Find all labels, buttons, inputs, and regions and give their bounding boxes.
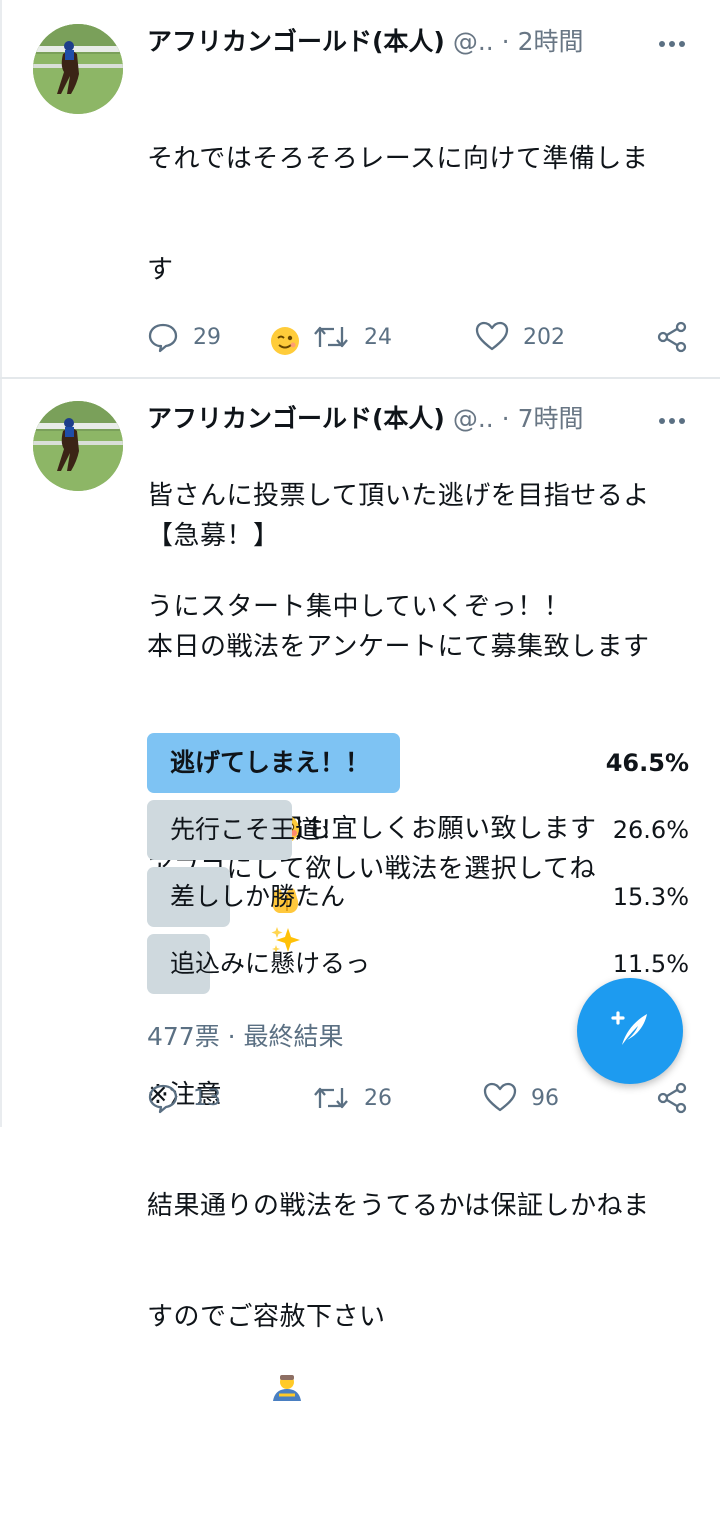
like-button[interactable]: 96 bbox=[483, 1080, 559, 1116]
poll-option[interactable]: 差ししか勝たん 15.3% bbox=[147, 867, 692, 927]
poll-option-label: 先行こそ王道！ bbox=[170, 815, 346, 844]
poll-footer: 477票 · 最終結果 bbox=[147, 1022, 344, 1051]
like-count: 96 bbox=[531, 1085, 559, 1111]
like-count: 202 bbox=[523, 324, 565, 350]
reply-count: 29 bbox=[193, 324, 221, 350]
author-handle[interactable]: @.. bbox=[453, 404, 494, 433]
avatar-horse-image bbox=[33, 401, 123, 491]
tweet-actions: 13 26 96 bbox=[147, 1080, 692, 1116]
poll-option-label: 追込みに懸けるっ bbox=[170, 949, 371, 978]
poll-option-percent: 15.3% bbox=[612, 883, 689, 911]
author-name[interactable]: アフリカンゴールド(本人) bbox=[147, 404, 445, 433]
author-handle[interactable]: @.. bbox=[453, 27, 494, 56]
share-button[interactable] bbox=[656, 1080, 688, 1116]
poll-option-percent: 46.5% bbox=[605, 749, 689, 777]
poll-option-percent: 26.6% bbox=[612, 816, 689, 844]
share-button[interactable] bbox=[656, 319, 688, 355]
tweet-line: すのでご容赦下さい bbox=[147, 1299, 692, 1451]
retweet-count: 24 bbox=[364, 324, 392, 350]
author-avatar[interactable] bbox=[33, 401, 123, 491]
avatar-horse-image bbox=[33, 24, 123, 114]
poll-option[interactable]: 先行こそ王道！ 26.6% bbox=[147, 800, 692, 860]
reply-count: 13 bbox=[193, 1085, 221, 1111]
author-name[interactable]: アフリカンゴールド(本人) bbox=[147, 27, 445, 56]
compose-tweet-button[interactable] bbox=[577, 978, 683, 1084]
poll-option-label: 逃げてしまえ！！ bbox=[170, 748, 371, 777]
share-icon bbox=[656, 1082, 688, 1114]
poll-option[interactable]: 逃げてしまえ！！ 46.5% bbox=[147, 733, 692, 793]
retweet-button[interactable]: 24 bbox=[312, 319, 392, 355]
tweet-header: アフリカンゴールド(本人) @.. · 7時間 bbox=[147, 399, 680, 439]
more-dots-icon[interactable] bbox=[654, 403, 690, 439]
speech-bubble-icon bbox=[147, 1082, 179, 1114]
tweet-line: 結果通りの戦法をうてるかは保証しかねま bbox=[147, 1191, 650, 1221]
tweet-line: それではそろそろレースに向けて準備しま bbox=[147, 144, 649, 174]
more-dots-icon[interactable] bbox=[654, 26, 690, 62]
tweet-time[interactable]: · 7時間 bbox=[502, 404, 584, 433]
like-button[interactable]: 202 bbox=[475, 319, 565, 355]
tweet-1[interactable]: アフリカンゴールド(本人) @.. · 2時間 それではそろそろレースに向けて準… bbox=[0, 0, 720, 913]
poll-option-label: 差ししか勝たん bbox=[170, 882, 346, 911]
retweet-button[interactable]: 26 bbox=[312, 1080, 392, 1116]
heart-icon bbox=[483, 1082, 517, 1114]
retweet-arrows-icon bbox=[312, 321, 350, 353]
tweet-actions: 29 24 202 bbox=[147, 319, 692, 355]
retweet-arrows-icon bbox=[312, 1082, 350, 1114]
person-bowing-emoji-icon bbox=[200, 1336, 304, 1451]
speech-bubble-icon bbox=[147, 321, 179, 353]
reply-button[interactable]: 29 bbox=[147, 319, 221, 355]
share-icon bbox=[656, 321, 688, 353]
feather-plus-icon bbox=[605, 1004, 655, 1058]
reply-button[interactable]: 13 bbox=[147, 1080, 221, 1116]
retweet-count: 26 bbox=[364, 1085, 392, 1111]
heart-icon bbox=[475, 321, 509, 353]
tweet-time[interactable]: · 2時間 bbox=[502, 27, 584, 56]
author-avatar[interactable] bbox=[33, 24, 123, 114]
tweet-line: 【急募！】 bbox=[147, 521, 280, 551]
tweet-line: 本日の戦法をアンケートにて募集致します bbox=[147, 632, 650, 662]
tweet-header: アフリカンゴールド(本人) @.. · 2時間 bbox=[147, 22, 680, 62]
